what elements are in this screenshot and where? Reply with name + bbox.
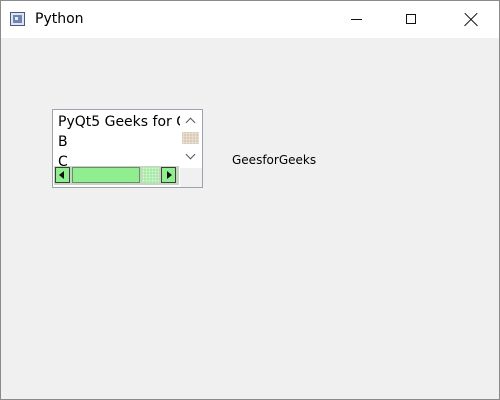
maximize-icon [406, 14, 416, 24]
title-bar[interactable]: Python [1, 1, 499, 38]
horizontal-scroll-track[interactable] [142, 167, 159, 183]
scrollbar-corner [180, 168, 202, 187]
list-item[interactable]: B [58, 132, 180, 152]
arrow-right-icon [167, 171, 172, 179]
arrow-left-icon [59, 171, 64, 179]
vertical-scroll-thumb[interactable] [182, 132, 199, 144]
list-item[interactable]: PyQt5 Geeks for Geeks [58, 112, 180, 132]
chevron-up-icon [185, 117, 196, 128]
list-items: PyQt5 Geeks for Geeks B C [58, 112, 180, 168]
main-window: Python PyQt5 Geeks for Geeks B C [0, 0, 500, 400]
minimize-icon [351, 19, 362, 20]
scroll-right-button[interactable] [161, 167, 176, 183]
horizontal-scrollbar[interactable] [54, 166, 179, 185]
scroll-up-button[interactable] [180, 110, 202, 130]
scroll-down-button[interactable] [180, 147, 202, 167]
scroll-left-button[interactable] [55, 167, 70, 183]
horizontal-scroll-thumb[interactable] [72, 167, 140, 183]
close-button[interactable] [448, 1, 494, 38]
vertical-scrollbar[interactable] [180, 110, 202, 168]
maximize-button[interactable] [390, 1, 436, 38]
label-text: GeesforGeeks [232, 153, 317, 167]
list-widget[interactable]: PyQt5 Geeks for Geeks B C [52, 109, 203, 188]
minimize-button[interactable] [336, 1, 382, 38]
close-icon [463, 12, 479, 28]
app-window-icon [10, 12, 25, 26]
window-title: Python [35, 11, 84, 27]
chevron-down-icon [185, 149, 196, 160]
